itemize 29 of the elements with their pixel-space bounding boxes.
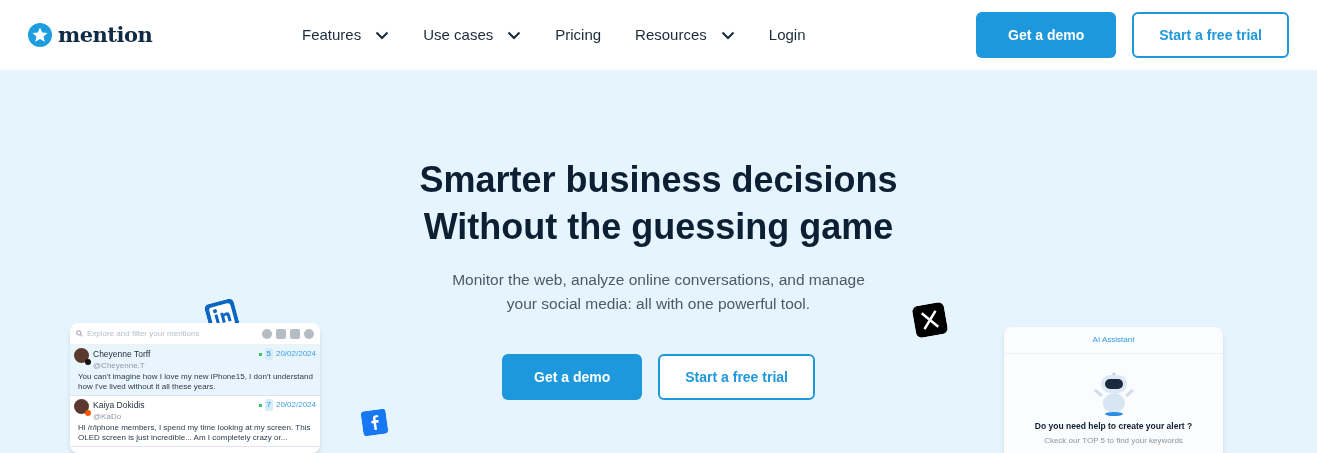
assistant-hint: Ckeck our TOP 5 to find your keywords — [1044, 434, 1183, 447]
hero-subtitle: Monitor the web, analyze online conversations, and manage your social media: all with one powerful tool. — [452, 270, 865, 314]
assistant-question: Do you need help to create your alert ? — [1034, 420, 1193, 433]
search-icon — [76, 330, 83, 337]
mention-date: 20/02/2024 — [275, 348, 316, 361]
nav-link[interactable]: Login — [768, 23, 806, 47]
mention-text: You can't imagine how I love my new iPhone15, I don't understand how I've lived without it all these years. — [77, 371, 314, 392]
panel-title: AI Assistant — [1004, 327, 1223, 354]
mention-count: 5 — [264, 348, 273, 361]
robot-drawing — [1092, 372, 1135, 416]
brand-logo[interactable]: mention — [58, 19, 153, 51]
mention-item[interactable]: Kaiya Dokidis 7 20/02/2024 @KaDo Hi /r/iphone members, I spend my time looking at my screen. This OLED screen is just incredible... Am I completely crazy or... — [70, 395, 320, 447]
search-field[interactable]: Explore and filter your mentions — [87, 327, 258, 340]
nav-link[interactable]: Use cases — [423, 23, 522, 47]
mention-item[interactable]: Cheyenne Torff 5 20/02/2024 @Cheyenne.T You can't imagine how I love my new iPhone15, I don't understand how I've lived without it all these years. — [70, 345, 320, 396]
author-handle: @KaDo — [93, 411, 123, 421]
facebook-icon — [360, 408, 389, 437]
mention-count: 7 — [264, 399, 273, 412]
x-logo-icon — [911, 301, 949, 339]
nav-link[interactable]: Features — [302, 23, 390, 47]
author-name: Cheyenne Torff — [93, 348, 151, 361]
star-logo-icon — [28, 23, 52, 47]
author-name: Kaiya Dokidis — [93, 398, 145, 412]
author-handle: @Cheyenne.T — [93, 360, 146, 370]
nav-link[interactable]: Pricing — [555, 23, 602, 47]
mention-date: 20/02/2024 — [275, 399, 316, 412]
mention-text: Hi /r/iphone members, I spend my time looking at my screen. This OLED screen is just incredible... Am I completely crazy or... — [77, 422, 312, 443]
nav-link[interactable]: Resources — [635, 23, 735, 47]
hero-heading: Smarter business decisions Without the guessing game — [419, 158, 898, 249]
